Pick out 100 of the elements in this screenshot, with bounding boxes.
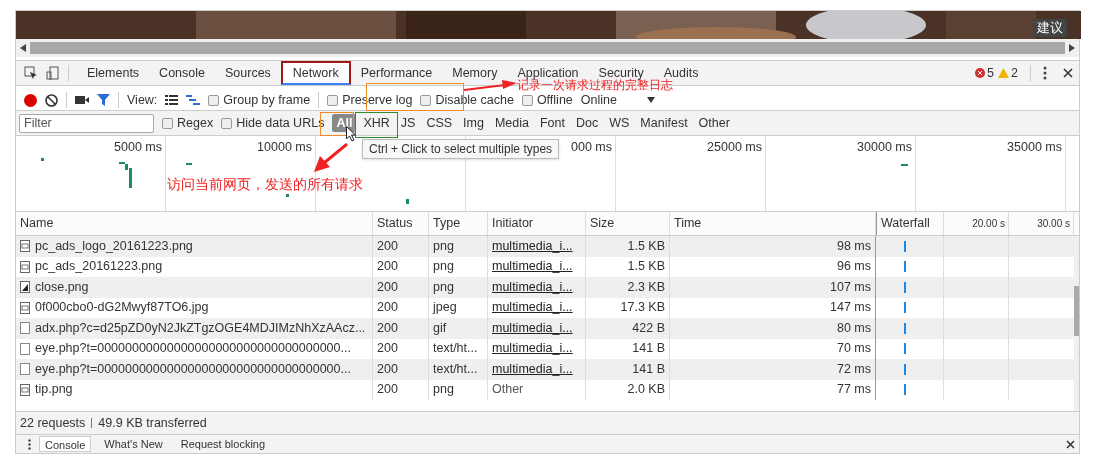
waterfall-view-icon[interactable] xyxy=(186,95,201,105)
checkbox[interactable] xyxy=(208,94,220,106)
type-filter[interactable]: XHR xyxy=(359,114,394,132)
timeline-tick: 35000 ms xyxy=(1007,139,1062,156)
panel-tab[interactable]: Memory xyxy=(442,66,508,80)
device-icon[interactable] xyxy=(46,66,60,80)
timeline-tick: 10000 ms xyxy=(257,139,312,156)
type-filter[interactable]: CSS xyxy=(422,114,457,132)
image-file-icon xyxy=(20,383,30,396)
type-filter[interactable]: JS xyxy=(396,114,420,132)
checkbox[interactable] xyxy=(420,94,432,106)
panel-tab[interactable]: Performance xyxy=(350,66,443,80)
table-cell: 72 ms xyxy=(670,359,876,380)
type-filter[interactable]: Font xyxy=(535,114,569,132)
column-header[interactable]: Status xyxy=(373,212,429,235)
filter-icon[interactable] xyxy=(97,94,110,106)
table-cell: png xyxy=(429,379,488,400)
timeline-tick: 30000 ms xyxy=(857,139,912,156)
table-cell-text: pc_ads_logo_20161223.png xyxy=(35,237,193,255)
column-header[interactable]: Size xyxy=(586,212,670,235)
camera-icon[interactable] xyxy=(75,95,89,105)
table-cell: 2.3 KB xyxy=(586,277,670,298)
type-filter[interactable]: Doc xyxy=(572,114,603,132)
list-view-icon[interactable] xyxy=(165,95,179,105)
request-row[interactable]: pc_ads_logo_20161223.png 200 png multimedia_i... 1.5 KB 98 ms xyxy=(16,236,1074,257)
more-icon[interactable] xyxy=(1043,66,1047,80)
panel-tab[interactable]: Sources xyxy=(215,66,281,80)
table-cell: png xyxy=(429,236,488,257)
drawer-tab[interactable]: Console xyxy=(39,436,92,452)
drawer-tab[interactable]: Request blocking xyxy=(175,436,271,452)
table-cell: 2.0 KB xyxy=(586,379,670,400)
column-header[interactable]: Type xyxy=(429,212,488,235)
filter-field[interactable]: Filter xyxy=(19,113,154,133)
table-cell: 1.5 KB xyxy=(586,236,670,257)
warning-icon xyxy=(998,68,1010,78)
column-header[interactable]: Name xyxy=(16,212,373,235)
table-cell: text/ht... xyxy=(429,359,488,380)
initiator-link[interactable]: multimedia_i... xyxy=(492,257,573,277)
table-cell-text: tip.png xyxy=(35,381,73,399)
column-header[interactable]: Initiator xyxy=(488,212,586,235)
panel-tab[interactable]: Audits xyxy=(653,66,709,80)
file-icon xyxy=(20,281,30,294)
error-icon xyxy=(975,68,986,78)
regex-checkbox[interactable]: Regex xyxy=(162,113,214,133)
drawer-tab[interactable]: What's New xyxy=(99,436,168,452)
column-header[interactable]: Waterfall xyxy=(876,212,944,235)
panel-tab[interactable]: Security xyxy=(588,66,654,80)
initiator-link[interactable]: multimedia_i... xyxy=(492,277,573,297)
initiator-link[interactable]: multimedia_i... xyxy=(492,318,573,338)
table-cell: png xyxy=(429,277,488,298)
checkbox[interactable] xyxy=(327,94,339,106)
table-cell: 200 xyxy=(373,379,429,400)
type-filter[interactable]: Media xyxy=(490,114,533,132)
horizontal-scrollbar[interactable] xyxy=(16,39,1079,57)
arrow-drawing xyxy=(463,80,517,91)
table-cell: 200 xyxy=(373,236,429,257)
scroll-right-icon[interactable] xyxy=(1069,44,1075,52)
type-filter[interactable]: WS xyxy=(605,114,634,132)
close-icon[interactable] xyxy=(1063,68,1073,78)
initiator-link[interactable]: multimedia_i... xyxy=(492,339,573,359)
vertical-scrollbar[interactable] xyxy=(1074,236,1079,411)
table-cell: 141 B xyxy=(586,359,670,380)
column-header[interactable]: Time xyxy=(670,212,876,235)
request-row[interactable]: eye.php?t=00000000000000000000000000000000000... 200 text/ht... multimedia_i... 141 B 72 ms xyxy=(16,359,1074,380)
arrow-drawing xyxy=(312,143,348,173)
table-cell: 200 xyxy=(373,359,429,380)
panel-tab[interactable]: Network xyxy=(280,61,351,85)
panel-tab[interactable]: Application xyxy=(507,66,589,80)
option-checkbox[interactable]: Offline xyxy=(521,90,573,110)
feedback-badge[interactable]: 建议 xyxy=(1033,19,1067,37)
image-file-icon xyxy=(20,240,30,253)
record-button[interactable] xyxy=(24,93,37,107)
checkbox[interactable] xyxy=(221,117,233,129)
table-cell-text: eye.php?t=00000000000000000000000000000000000... xyxy=(35,360,351,378)
table-cell-text: eye.php?t=00000000000000000000000000000000000... xyxy=(35,340,351,358)
more-icon[interactable] xyxy=(28,438,31,450)
panel-tab[interactable]: Elements xyxy=(77,66,150,80)
request-row[interactable]: close.png 200 png multimedia_i... 2.3 KB 107 ms xyxy=(16,277,1074,298)
checkbox[interactable] xyxy=(521,94,533,106)
table-cell: 107 ms xyxy=(670,277,876,298)
inspect-icon[interactable] xyxy=(24,66,38,80)
initiator-link[interactable]: multimedia_i... xyxy=(492,298,573,318)
table-cell-text: Other xyxy=(492,381,524,399)
initiator-link[interactable]: multimedia_i... xyxy=(492,359,573,379)
table-cell: 77 ms xyxy=(670,379,876,400)
type-filter[interactable]: Other xyxy=(694,114,734,132)
scroll-left-icon[interactable] xyxy=(20,44,26,52)
option-checkbox[interactable]: Group by frame xyxy=(208,90,311,110)
clear-icon[interactable] xyxy=(45,93,58,107)
type-filter[interactable]: Manifest xyxy=(636,114,692,132)
initiator-link[interactable]: multimedia_i... xyxy=(492,236,573,256)
throttle-select[interactable]: Online xyxy=(580,90,655,110)
table-cell: 422 B xyxy=(586,318,670,339)
panel-tab[interactable]: Console xyxy=(149,66,215,80)
image-file-icon xyxy=(20,301,30,314)
close-icon[interactable] xyxy=(1066,439,1075,449)
view-label: View: xyxy=(127,91,158,109)
request-row[interactable]: adx.php?c=d25pZD0yN2JkZTgzOGE4MDJIMzNhXzAAcz... 200 gif multimedia_i... 422 B 80 ms xyxy=(16,318,1074,339)
checkbox[interactable] xyxy=(162,117,173,129)
type-filter[interactable]: Img xyxy=(459,114,488,132)
